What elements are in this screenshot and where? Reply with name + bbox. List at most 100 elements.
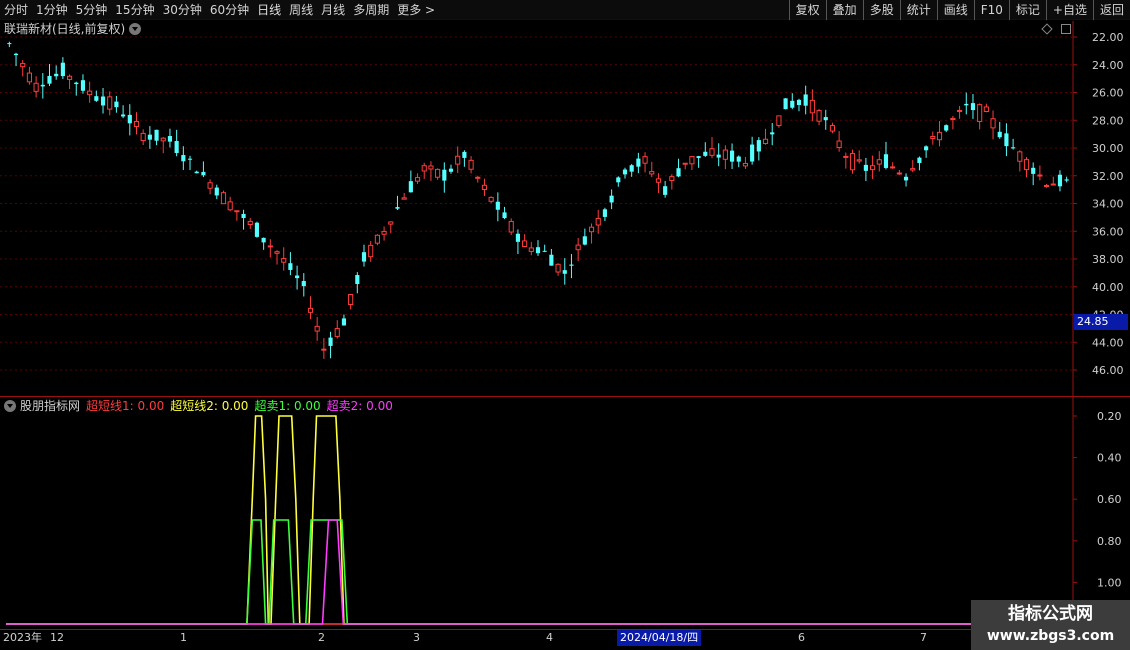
candle-body [100,96,106,106]
candle-body [682,162,688,165]
candle-body [181,155,186,162]
candle-body [903,176,909,181]
candle-body [1031,167,1036,174]
candle-body [549,254,554,266]
candle-body [408,181,413,193]
candle-body [796,99,802,106]
candle-body [401,197,407,200]
candle-body [829,125,836,132]
candle-body [642,156,648,164]
candle-body [341,318,347,326]
price-tick-label: 30.00 [1092,142,1124,155]
candle-body [876,159,882,165]
candle-body [207,182,213,189]
current-price-label: 24.85 [1074,314,1128,330]
candle-body [281,258,287,263]
indicator-line-2 [6,519,1064,625]
price-tick-label: 36.00 [1092,225,1124,238]
candle-body [1050,183,1056,186]
candle-body [147,134,152,140]
candle-body [368,244,374,258]
watermark-logo: 指标公式网 www.zbgs3.com [971,600,1130,650]
candle-body [54,73,59,77]
price-tick-label: 28.00 [1092,114,1124,127]
x-axis-label-8: 7 [920,631,927,644]
candle-body [160,137,166,142]
candle-body [636,158,641,167]
candle-body [836,140,842,148]
candle-body [114,101,119,108]
candle-body [676,168,681,177]
x-axis-label-6: 2024/04/18/四 [617,630,702,646]
candle-body [983,106,989,113]
watermark-line2: www.zbgs3.com [986,628,1115,644]
chart-frame [0,21,1130,630]
candle-body [488,196,494,202]
candle-body [121,114,126,117]
candle-body [883,154,889,168]
indicator-tick-label: 1.00 [1097,576,1122,589]
indicator-value-1: 超短线2: 0.00 [170,399,249,413]
candle-body [1004,133,1009,147]
candle-body [689,156,695,165]
candle-body [609,195,614,203]
candle-body [803,94,808,106]
candle-body [13,53,19,56]
x-axis-label-4: 3 [413,631,420,644]
candle-body [220,192,227,205]
candle-body [629,165,634,172]
candle-body [528,247,534,252]
indicator-tick-label: 0.60 [1097,493,1122,506]
candle-body [74,82,79,85]
candle-body [776,115,782,126]
candle-body [535,247,541,254]
candle-body [1037,174,1043,177]
candle-body [515,233,520,242]
candle-body [261,237,266,243]
candle-body [194,171,199,174]
chart-canvas[interactable]: 46.0044.0042.0040.0038.0036.0034.0032.00… [0,0,1130,650]
chevron-down-icon[interactable] [4,400,16,412]
candle-body [709,148,715,156]
candle-body [87,90,93,96]
candle-body [227,201,233,211]
candle-body [863,164,868,171]
candle-body [622,169,628,175]
candle-body [374,234,380,244]
candle-body [435,168,441,178]
candle-body [944,125,949,131]
candle-body [522,240,528,247]
candle-body [234,210,240,213]
candle-body [770,132,775,135]
candle-body [555,263,561,273]
candle-body [468,159,474,170]
candle-body [809,99,815,114]
candle-body [729,150,735,162]
candle-body [214,187,219,196]
candle-body [1017,151,1023,162]
indicator-y-axis: 1.00 0.80 0.60 0.40 0.20 [1073,410,1122,589]
candle-body [60,62,65,77]
candle-body [495,201,500,210]
candle-body [133,121,140,127]
candle-body [1011,147,1016,149]
candle-body [910,168,916,171]
candle-body [7,43,12,45]
indicator-value-3: 超卖2: 0.00 [326,399,393,413]
candle-body [602,209,607,217]
candle-body [957,109,963,112]
indicator-lines [6,415,1064,625]
candle-body [783,98,788,110]
candle-body [421,165,427,172]
candle-body [762,138,769,145]
candle-body [703,151,708,156]
candle-body [348,294,354,306]
indicator-tick-label: 0.40 [1097,452,1122,465]
price-tick-label: 38.00 [1092,253,1124,266]
candle-body [823,117,828,121]
candle-body [588,226,595,233]
candle-body [575,244,581,251]
candle-body [428,165,434,170]
candle-body [736,156,741,162]
candle-body [267,245,273,248]
